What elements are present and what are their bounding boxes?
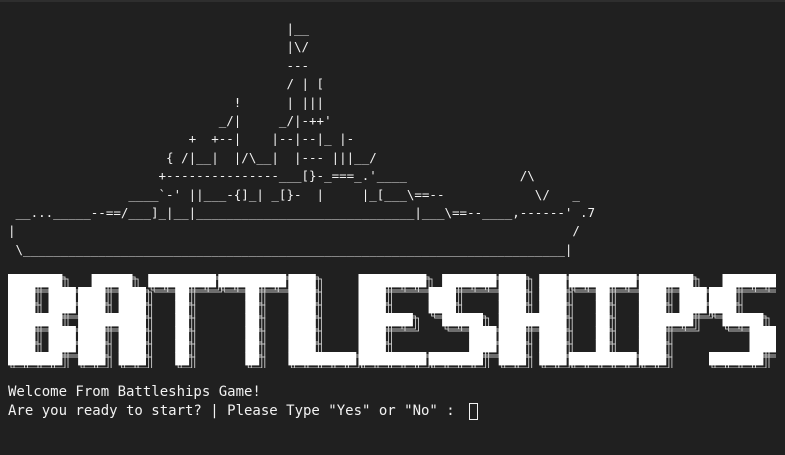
banner-letter-h	[498, 274, 573, 368]
banner-letter-t	[218, 274, 293, 368]
start-prompt-line: Are you ready to start? | Please Type "Y…	[8, 402, 479, 421]
banner-letter-l	[288, 274, 363, 368]
banner-letter-s	[709, 274, 776, 368]
terminal-window: |__ |\/ --- / | [ ! | ||| _/| _/|-++' + …	[0, 0, 785, 455]
battleships-banner-graphic	[8, 274, 776, 368]
start-prompt-text: Are you ready to start? | Please Type "Y…	[8, 403, 464, 419]
text-cursor-input[interactable]	[469, 403, 479, 420]
banner-letter-s	[428, 274, 503, 368]
banner-letter-e	[358, 274, 433, 368]
banner-letter-i	[568, 274, 643, 368]
banner-letter-p	[638, 274, 713, 368]
banner-letter-t	[148, 274, 223, 368]
banner-letter-b	[8, 274, 82, 368]
ascii-battleship-art: |__ |\/ --- / | [ ! | ||| _/| _/|-++' + …	[8, 21, 595, 257]
battleships-banner	[6, 274, 776, 368]
welcome-message: Welcome From Battleships Game!	[8, 384, 261, 400]
banner-letter-a	[78, 274, 153, 368]
